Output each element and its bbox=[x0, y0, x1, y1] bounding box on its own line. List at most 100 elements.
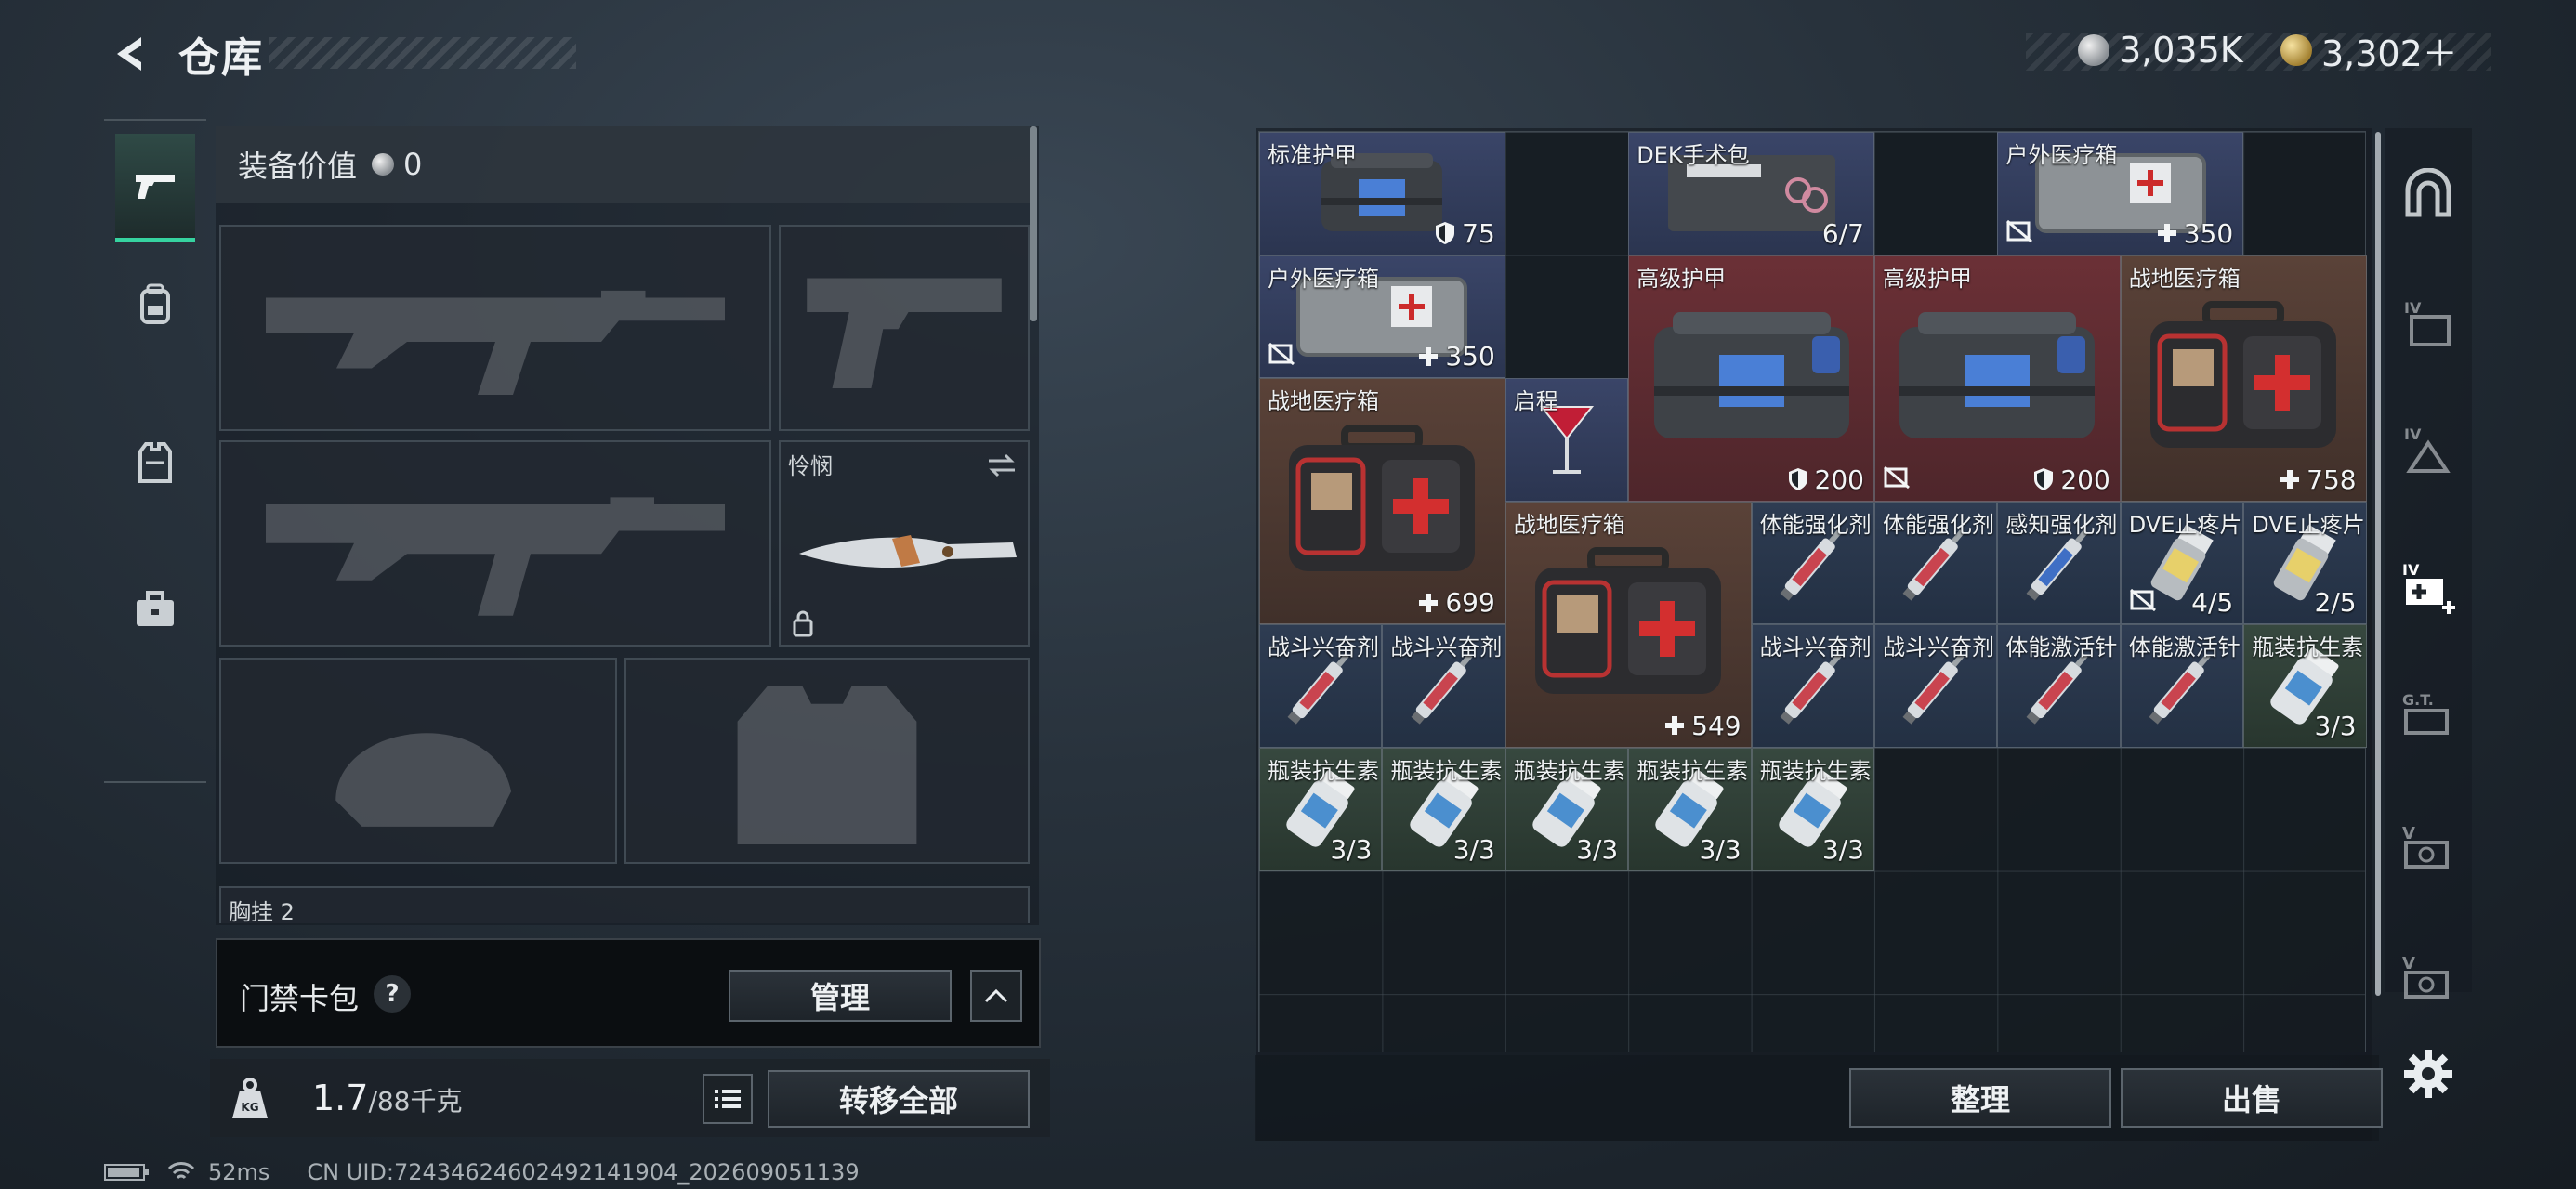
armor-shield-icon bbox=[1788, 468, 1807, 491]
inventory-item[interactable]: 启程 bbox=[1505, 378, 1629, 502]
item-value: 3/3 bbox=[2314, 710, 2357, 741]
swap-icon[interactable] bbox=[985, 451, 1019, 479]
inventory-item[interactable]: DVE止疼片 2/5 bbox=[2243, 501, 2367, 625]
inventory-item[interactable]: 战斗兴奋剂 bbox=[1382, 624, 1505, 748]
heal-plus-icon bbox=[1665, 716, 1685, 736]
inventory-item[interactable]: 感知强化剂 bbox=[1997, 501, 2121, 625]
inventory-item[interactable]: 战斗兴奋剂 bbox=[1259, 624, 1383, 748]
inventory-item[interactable]: 瓶装抗生素 3/3 bbox=[1751, 748, 1874, 871]
inventory-item[interactable]: 战地医疗箱 699 bbox=[1259, 378, 1505, 625]
tab-case[interactable] bbox=[115, 555, 195, 663]
inventory-scrollbar[interactable] bbox=[2375, 132, 2381, 996]
item-name: 瓶装抗生素 bbox=[2252, 634, 2364, 661]
rtab-iv-add[interactable]: IV bbox=[2396, 555, 2461, 621]
item-name: 战地医疗箱 bbox=[1268, 388, 1379, 415]
armor-vest-icon bbox=[737, 686, 917, 844]
sell-button[interactable]: 出售 bbox=[2121, 1068, 2383, 1128]
inventory-item[interactable]: 瓶装抗生素 3/3 bbox=[1259, 748, 1383, 871]
inventory-item[interactable]: 高级护甲 200 bbox=[1628, 255, 1874, 502]
silver-currency[interactable]: 3,035K bbox=[2078, 26, 2243, 74]
item-value: 75 bbox=[1434, 218, 1495, 249]
pistol-slot[interactable] bbox=[779, 225, 1030, 431]
settings-gear-icon[interactable] bbox=[2402, 1048, 2454, 1100]
equipment-scrollbar[interactable] bbox=[1030, 126, 1037, 321]
inventory-item[interactable]: 体能激活针 bbox=[1997, 624, 2121, 748]
inventory-item[interactable]: 瓶装抗生素 3/3 bbox=[2243, 624, 2367, 748]
inventory-item[interactable]: 体能激活针 bbox=[2120, 624, 2244, 748]
backpack-icon bbox=[140, 283, 170, 324]
svg-text:IV: IV bbox=[2404, 299, 2422, 317]
item-name: 战斗兴奋剂 bbox=[1883, 634, 1994, 661]
inventory-item[interactable]: 标准护甲 75 bbox=[1259, 132, 1505, 255]
inventory-item[interactable]: 战地医疗箱 758 bbox=[2120, 255, 2367, 502]
item-value: 6/7 bbox=[1821, 217, 1864, 249]
secondary-weapon-slot[interactable] bbox=[219, 440, 771, 647]
gold-currency[interactable]: 3,302＋ bbox=[2280, 26, 2458, 74]
item-value: 350 bbox=[2156, 218, 2233, 249]
inventory-item[interactable]: 瓶装抗生素 3/3 bbox=[1505, 748, 1629, 871]
battery-icon bbox=[104, 1164, 149, 1181]
v-gear-icon: V bbox=[2402, 954, 2449, 999]
tab-vest[interactable] bbox=[115, 409, 195, 516]
tab-backpack[interactable] bbox=[115, 251, 195, 359]
inventory-item[interactable]: 战地医疗箱 549 bbox=[1505, 501, 1752, 748]
heal-plus-icon bbox=[2280, 470, 2300, 490]
item-value: 200 bbox=[2032, 464, 2110, 495]
melee-slot[interactable]: 怜悯 bbox=[779, 440, 1030, 647]
keycard-pack-label: 门禁卡包 bbox=[240, 981, 360, 1016]
chevron-up-icon bbox=[984, 988, 1008, 1003]
tab-weapons[interactable] bbox=[115, 134, 195, 242]
primary-weapon-slot[interactable] bbox=[219, 225, 771, 431]
equipment-value-bar: 装备价值 0 bbox=[216, 126, 1030, 203]
rtab-home[interactable] bbox=[2396, 162, 2461, 227]
rtab-iv-2[interactable]: IV bbox=[2396, 418, 2461, 483]
item-name: 瓶装抗生素 bbox=[1636, 758, 1749, 784]
inventory-item[interactable]: 户外医疗箱 350 bbox=[1997, 132, 2244, 255]
inventory-item[interactable]: DVE止疼片 4/5 bbox=[2120, 501, 2244, 625]
rtab-v-1[interactable]: V bbox=[2396, 816, 2461, 881]
inventory-item[interactable]: 体能强化剂 bbox=[1751, 501, 1874, 625]
inventory-item[interactable]: 战斗兴奋剂 bbox=[1751, 624, 1874, 748]
equipment-value: 0 bbox=[403, 147, 423, 182]
help-icon[interactable]: ? bbox=[374, 975, 411, 1013]
inventory-item[interactable]: 瓶装抗生素 3/3 bbox=[1628, 748, 1752, 871]
inventory-item[interactable]: 高级护甲 200 bbox=[1874, 255, 2121, 502]
back-button[interactable] bbox=[104, 26, 160, 82]
manage-button[interactable]: 管理 bbox=[729, 970, 952, 1022]
rtab-v-2[interactable]: V bbox=[2396, 946, 2461, 1011]
svg-text:KG: KG bbox=[241, 1101, 258, 1114]
sort-button[interactable]: 整理 bbox=[1849, 1068, 2111, 1128]
item-name: 瓶装抗生素 bbox=[1390, 758, 1503, 784]
inventory-item[interactable]: DEK手术包 6/7 bbox=[1628, 132, 1874, 255]
item-value: 200 bbox=[1787, 464, 1864, 495]
armor-slot[interactable] bbox=[624, 658, 1030, 864]
heal-plus-icon bbox=[2157, 224, 2176, 243]
item-name: 户外医疗箱 bbox=[2005, 142, 2118, 168]
arch-icon bbox=[2405, 168, 2451, 217]
no-insure-icon bbox=[1883, 465, 1911, 493]
left-tab-bar bbox=[104, 119, 206, 783]
helmet-slot[interactable] bbox=[219, 658, 617, 864]
rtab-iv-1[interactable]: IV bbox=[2396, 292, 2461, 357]
no-insure-icon bbox=[1268, 342, 1295, 370]
inventory-item[interactable]: 瓶装抗生素 3/3 bbox=[1382, 748, 1505, 871]
expand-button[interactable] bbox=[970, 970, 1022, 1022]
item-name: 体能强化剂 bbox=[1759, 511, 1872, 538]
status-bar: 52ms CN UID:72434624602492141904_2026090… bbox=[104, 1159, 860, 1185]
svg-text:IV: IV bbox=[2404, 425, 2422, 443]
chest-rig-slot[interactable]: 胸挂 2 bbox=[219, 886, 1030, 925]
inventory-item[interactable]: 户外医疗箱 350 bbox=[1259, 255, 1505, 379]
briefcase-icon bbox=[137, 591, 174, 626]
item-value: 2/5 bbox=[2314, 587, 2357, 619]
list-view-button[interactable] bbox=[703, 1074, 753, 1124]
transfer-all-button[interactable]: 转移全部 bbox=[768, 1070, 1030, 1128]
inventory-grid: 标准护甲 75 DEK手术包 6/7 户外医疗箱 350 户外医疗箱 350 高级护甲 200 高级… bbox=[1258, 131, 2367, 1052]
item-name: 战斗兴奋剂 bbox=[1390, 634, 1503, 661]
rtab-gt[interactable]: G.T. bbox=[2396, 682, 2461, 747]
item-value: 350 bbox=[1417, 341, 1495, 372]
inventory-item[interactable]: 战斗兴奋剂 bbox=[1874, 624, 1998, 748]
item-value: 758 bbox=[2279, 464, 2357, 495]
ping-text: 52ms bbox=[208, 1159, 270, 1185]
inventory-item[interactable]: 体能强化剂 bbox=[1874, 501, 1998, 625]
knife-icon bbox=[799, 535, 1017, 568]
